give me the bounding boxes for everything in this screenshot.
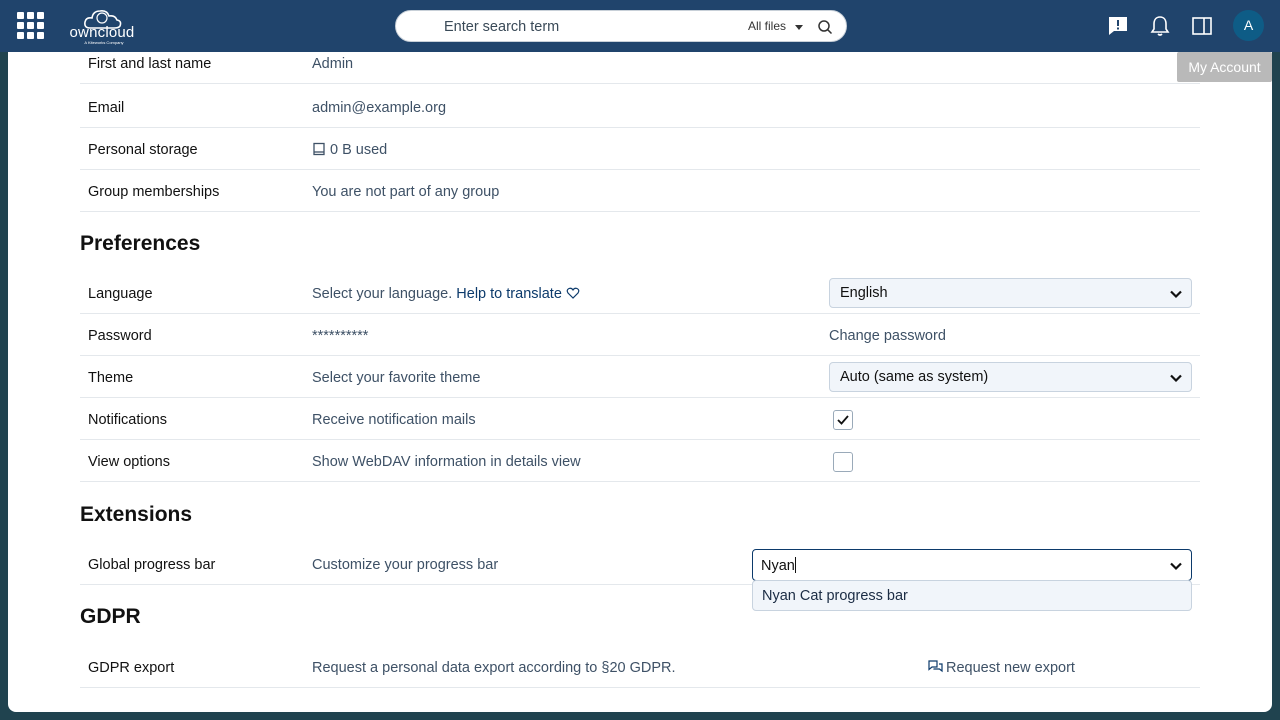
progress-bar-label: Global progress bar <box>88 557 216 573</box>
theme-desc: Select your favorite theme <box>312 370 481 386</box>
storage-label: Personal storage <box>88 142 198 158</box>
language-selected: English <box>840 285 888 301</box>
notifications-checkbox[interactable] <box>833 410 853 430</box>
gdpr-heading: GDPR <box>80 605 141 628</box>
request-export-button[interactable]: Request new export <box>928 660 1075 676</box>
progress-bar-search-text[interactable]: Nyan <box>761 557 796 574</box>
search-bar: All files <box>395 10 847 42</box>
option-nyan-cat[interactable]: Nyan Cat progress bar <box>762 588 908 604</box>
language-desc-wrap: Select your language. Help to translate <box>312 286 580 302</box>
notification-bell-icon[interactable] <box>1149 15 1171 37</box>
my-account-tooltip: My Account <box>1177 52 1272 82</box>
request-export-label: Request new export <box>946 660 1075 676</box>
theme-label: Theme <box>88 370 134 386</box>
preferences-heading: Preferences <box>80 232 201 255</box>
language-select[interactable]: English <box>829 278 1192 308</box>
logo-wordmark: owncloud <box>69 24 135 41</box>
email-value: admin@example.org <box>312 100 447 116</box>
gdpr-export-desc: Request a personal data export according… <box>312 660 676 676</box>
caret-down-icon[interactable] <box>795 25 803 30</box>
gdpr-export-label: GDPR export <box>88 660 175 676</box>
chat-bubbles-icon <box>928 660 943 673</box>
search-scope-select[interactable]: All files <box>748 19 786 33</box>
row-storage: Personal storage 0 B used <box>80 128 1200 170</box>
account-panel: First and last name Admin Email admin@ex… <box>8 52 1272 712</box>
name-label: First and last name <box>88 56 212 72</box>
row-progress-bar: Global progress bar Customize your progr… <box>80 543 1200 585</box>
checkmark-icon <box>837 415 849 425</box>
row-name: First and last name Admin <box>80 52 1200 84</box>
language-label: Language <box>88 286 153 302</box>
user-avatar[interactable]: A <box>1233 10 1264 41</box>
row-groups: Group memberships You are not part of an… <box>80 170 1200 212</box>
password-value: ********** <box>312 328 369 344</box>
language-desc: Select your language. <box>312 286 453 302</box>
storage-icon <box>313 142 325 156</box>
owncloud-logo[interactable]: owncloud A Kiteworks Company <box>66 4 138 48</box>
view-options-label: View options <box>88 454 170 470</box>
help-translate-link[interactable]: Help to translate <box>456 286 562 302</box>
row-password: Password ********** Change password <box>80 314 1200 356</box>
chevron-down-icon <box>1170 290 1182 299</box>
theme-selected: Auto (same as system) <box>840 369 989 385</box>
search-icon[interactable] <box>817 19 833 35</box>
row-notifications: Notifications Receive notification mails <box>80 398 1200 440</box>
app-switcher-grid-icon[interactable] <box>17 12 45 40</box>
storage-value: 0 B used <box>330 142 388 158</box>
notifications-label: Notifications <box>88 412 167 428</box>
row-theme: Theme Select your favorite theme Auto (s… <box>80 356 1200 398</box>
groups-value: You are not part of any group <box>312 184 500 200</box>
row-email: Email admin@example.org <box>80 86 1200 128</box>
storage-value-wrap: 0 B used <box>312 142 387 158</box>
change-password-link[interactable]: Change password <box>829 328 946 344</box>
logo-tagline: A Kiteworks Company <box>84 40 124 45</box>
progress-bar-combobox[interactable]: Nyan <box>752 549 1192 581</box>
heart-handshake-icon <box>566 287 580 299</box>
extensions-heading: Extensions <box>80 503 193 526</box>
groups-label: Group memberships <box>88 184 220 200</box>
typed-text: Nyan <box>761 558 795 574</box>
chevron-down-icon <box>1170 374 1182 383</box>
row-gdpr-export: GDPR export Request a personal data expo… <box>80 646 1200 688</box>
theme-select[interactable]: Auto (same as system) <box>829 362 1192 392</box>
notifications-desc: Receive notification mails <box>312 412 476 428</box>
text-cursor <box>794 557 796 573</box>
progress-bar-desc: Customize your progress bar <box>312 557 499 573</box>
email-label: Email <box>88 100 125 116</box>
top-bar: owncloud A Kiteworks Company All files A <box>0 0 1280 52</box>
sidebar-toggle-icon[interactable] <box>1191 15 1213 37</box>
password-label: Password <box>88 328 152 344</box>
webdav-checkbox[interactable] <box>833 452 853 472</box>
row-language: Language Select your language. Help to t… <box>80 272 1200 314</box>
chevron-down-icon <box>1170 562 1182 571</box>
row-view-options: View options Show WebDAV information in … <box>80 440 1200 482</box>
view-options-desc: Show WebDAV information in details view <box>312 454 581 470</box>
progress-bar-dropdown-menu: Nyan Cat progress bar <box>752 580 1192 611</box>
feedback-icon[interactable] <box>1107 15 1129 37</box>
search-input[interactable] <box>444 17 724 37</box>
name-value: Admin <box>312 56 354 72</box>
